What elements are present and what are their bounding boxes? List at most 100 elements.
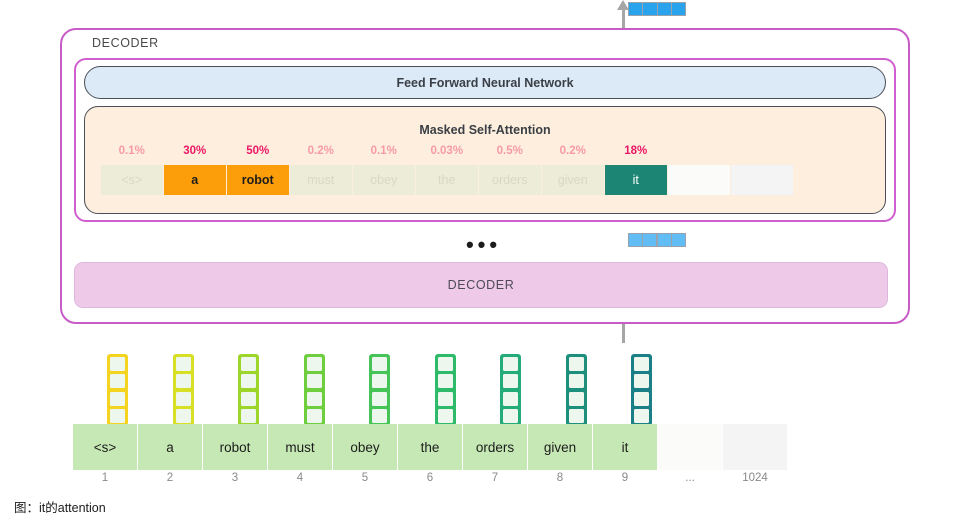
attention-percentage: 0.03% [430, 145, 464, 157]
token-index: 3 [231, 472, 239, 484]
embedding-cell [241, 357, 256, 371]
figure-caption: 图：it的attention [14, 501, 106, 515]
embedding-vector [172, 354, 194, 426]
embedding-cell [634, 391, 649, 406]
output-vector [628, 2, 686, 16]
embedding-vector [107, 354, 128, 426]
embedding-slot [151, 354, 216, 426]
embedding-cell [634, 408, 649, 423]
token-index: ... [685, 472, 695, 484]
embedding-cell [568, 408, 584, 423]
embedding-cell [306, 408, 322, 423]
embedding-cell [503, 374, 518, 389]
lower-decoder-label: DECODER [447, 278, 515, 292]
embedding-vector [238, 354, 259, 426]
embedding-slot [216, 354, 281, 426]
token-index: 8 [556, 472, 564, 484]
embedding-cell [175, 374, 191, 389]
embedding-cell [306, 357, 322, 371]
embedding-cell [503, 391, 518, 406]
embedding-row [85, 354, 801, 426]
embedding-slot [85, 354, 150, 426]
token-index: 6 [426, 472, 434, 484]
input-token-empty [723, 424, 787, 470]
embedding-cell [634, 357, 649, 371]
embedding-slot [413, 354, 478, 426]
intermediate-vector [628, 233, 686, 247]
output-vector-cell [671, 3, 685, 15]
attention-token: <s> [101, 165, 163, 195]
attention-token: the [416, 165, 478, 195]
embedding-cell [372, 357, 387, 371]
embedding-cell [437, 357, 453, 371]
embedding-vector [500, 354, 521, 426]
token-index: 5 [361, 472, 369, 484]
lower-decoder-bar: DECODER [74, 262, 888, 308]
embedding-vector [369, 354, 390, 426]
embedding-cell [503, 357, 518, 371]
stacked-layers-ellipsis: ••• [465, 232, 502, 257]
attention-token: robot [227, 165, 289, 195]
token-index: 2 [166, 472, 174, 484]
attention-percentage-row: 0.1% 30% 50% 0.2% 0.1% 0.03% 0.5% 0.2% 18% [101, 145, 787, 157]
token-index: 1024 [742, 472, 768, 484]
input-token: obey [333, 424, 397, 470]
attention-percentage: 0.1% [370, 145, 397, 157]
intermediate-vector-cell [672, 234, 685, 246]
feed-forward-block: Feed Forward Neural Network [84, 66, 886, 99]
embedding-slot [282, 354, 347, 426]
input-token: must [268, 424, 332, 470]
embedding-cell [437, 408, 453, 423]
embedding-cell [437, 374, 453, 389]
token-index: 4 [296, 472, 304, 484]
embedding-cell [568, 391, 584, 406]
attention-percentage: 0.5% [496, 145, 523, 157]
attention-percentage: 0.2% [307, 145, 334, 157]
token-index: 1 [101, 472, 109, 484]
intermediate-vector-cell [657, 234, 671, 246]
attention-token-row: <s> a robot must obey the orders given it [101, 165, 851, 195]
embedding-cell [568, 374, 584, 389]
attention-token: obey [353, 165, 415, 195]
attention-token: given [542, 165, 604, 195]
embedding-cell [437, 391, 453, 406]
embedding-cell [372, 374, 387, 389]
masked-self-attention-title: Masked Self-Attention [419, 123, 551, 137]
input-token: <s> [73, 424, 137, 470]
embedding-cell [306, 374, 322, 389]
attention-percentage: 18% [624, 145, 648, 157]
embedding-cell [241, 374, 256, 389]
embedding-cell [110, 391, 125, 406]
attention-token: orders [479, 165, 541, 195]
attention-token-empty [731, 165, 793, 195]
embedding-cell [175, 391, 191, 406]
intermediate-vector-cell [643, 234, 657, 246]
embedding-cell [568, 357, 584, 371]
embedding-cell [241, 408, 256, 423]
attention-percentage: 0.1% [118, 145, 145, 157]
token-index: 7 [491, 472, 499, 484]
embedding-cell [372, 408, 387, 423]
token-index: 9 [621, 472, 629, 484]
attention-token-empty [668, 165, 730, 195]
input-token: the [398, 424, 462, 470]
embedding-cell [110, 408, 125, 423]
attention-percentage: 0.2% [559, 145, 586, 157]
input-token-empty [658, 424, 722, 470]
output-vector-cell [657, 3, 671, 15]
output-vector-cell [643, 3, 657, 15]
attention-token: it [605, 165, 667, 195]
embedding-slot [544, 354, 609, 426]
embedding-cell [110, 374, 125, 389]
embedding-cell [634, 374, 649, 389]
embedding-cell [241, 391, 256, 406]
embedding-cell [110, 357, 125, 371]
embedding-cell [175, 357, 191, 371]
embedding-slot [478, 354, 543, 426]
attention-token: must [290, 165, 352, 195]
input-token-row: <s> a robot must obey the orders given it [73, 424, 789, 470]
embedding-vector [303, 354, 325, 426]
embedding-cell [372, 391, 387, 406]
attention-token: a [164, 165, 226, 195]
embedding-vector [631, 354, 652, 426]
